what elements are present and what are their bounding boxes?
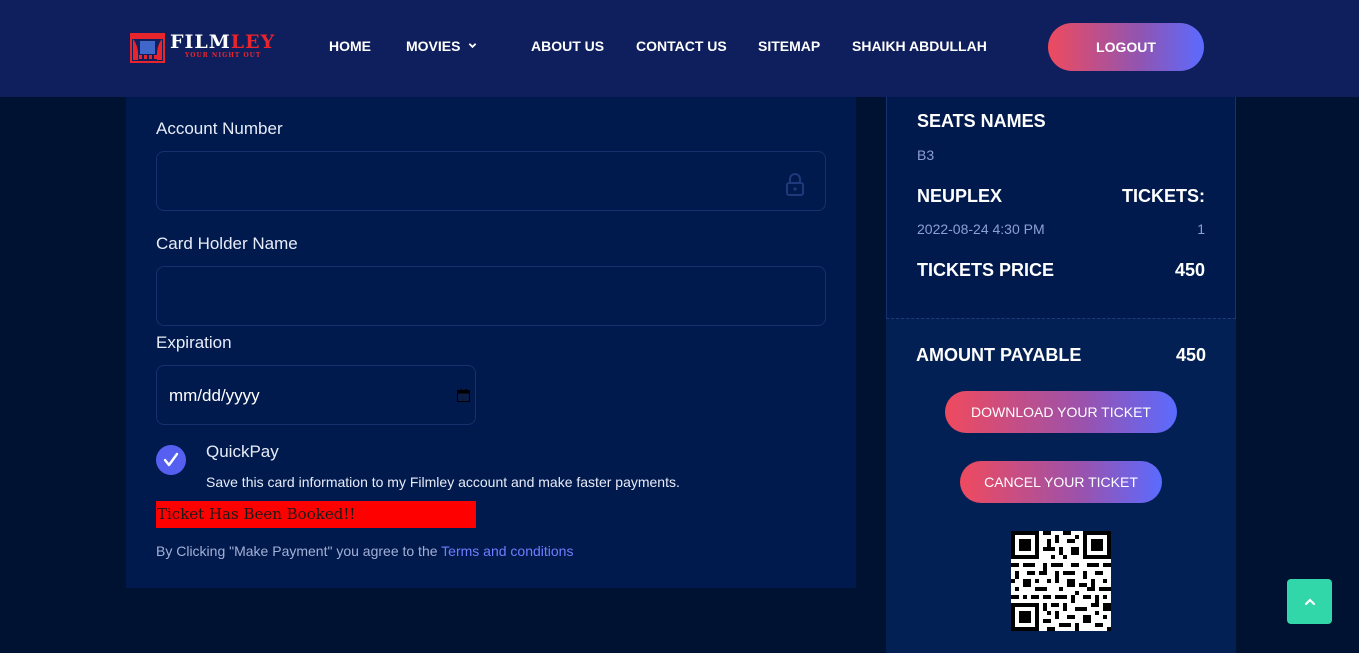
booking-summary: SEATS NAMES B3 NEUPLEX TICKETS: 2022-08-… [886,97,1236,318]
cancel-ticket-button[interactable]: CANCEL YOUR TICKET [960,461,1162,503]
seats-heading: SEATS NAMES [917,111,1046,131]
amount-payable-value: 450 [1175,345,1206,365]
booking-confirmation-message: Ticket Has Been Booked!! [156,501,476,528]
terms-notice: By Clicking "Make Payment" you agree to … [156,543,573,559]
nav-movies-label: MOVIES [406,38,461,54]
download-ticket-button[interactable]: DOWNLOAD YOUR TICKET [945,391,1177,433]
account-number-label: Account Number [156,119,283,138]
terms-prefix: By Clicking "Make Payment" you agree to … [156,543,442,559]
ticket-qr-code [1011,531,1111,631]
expiration-date-field[interactable]: mm/dd/yyyy [156,365,476,425]
site-header: FILMLEY YOUR NIGHT OUT HOME MOVIES ABOUT… [0,0,1359,97]
lock-icon [786,173,804,196]
nav-about[interactable]: ABOUT US [531,38,604,54]
tickets-count: 1 [1197,221,1205,237]
brand-logo[interactable]: FILMLEY YOUR NIGHT OUT [130,31,282,65]
ticket-price-heading: TICKETS PRICE [917,260,1055,280]
chevron-up-icon [1304,597,1315,605]
card-holder-field[interactable] [156,266,826,326]
ticket-price-value: 450 [1174,260,1205,280]
expiration-placeholder: mm/dd/yyyy [169,386,260,405]
seats-value: B3 [917,147,935,163]
nav-sitemap[interactable]: SITEMAP [758,38,820,54]
logout-button[interactable]: LOGOUT [1048,23,1204,71]
checkmark-icon [163,452,179,467]
nav-contact[interactable]: CONTACT US [636,38,727,54]
brand-name: FILMLEY [170,31,275,53]
terms-link[interactable]: Terms and conditions [441,543,573,559]
scroll-to-top-button[interactable] [1287,579,1332,624]
quickpay-title: QuickPay [206,442,279,461]
nav-home[interactable]: HOME [329,38,371,54]
nav-user[interactable]: SHAIKH ABDULLAH [852,38,987,54]
payment-form: Account Number Card Holder Name Expirati… [126,97,856,588]
brand-name-main: FILM [170,31,231,53]
brand-name-accent: LEY [230,31,276,53]
quickpay-description: Save this card information to my Filmley… [206,474,680,490]
card-holder-label: Card Holder Name [156,234,298,253]
tickets-heading: TICKETS: [1122,186,1205,206]
brand-tagline: YOUR NIGHT OUT [185,52,262,59]
calendar-icon[interactable] [457,389,470,402]
payment-summary: AMOUNT PAYABLE 450 DOWNLOAD YOUR TICKET … [886,318,1236,653]
amount-payable-heading: AMOUNT PAYABLE [916,345,1082,365]
quickpay-checkbox[interactable] [156,445,186,475]
cinema-name: NEUPLEX [917,186,1003,206]
showtime: 2022-08-24 4:30 PM [917,221,1045,237]
theater-stage-icon [130,33,165,63]
account-number-field[interactable] [156,151,826,211]
expiration-label: Expiration [156,333,232,352]
nav-movies[interactable]: MOVIES [406,38,477,54]
chevron-down-icon [469,42,477,48]
